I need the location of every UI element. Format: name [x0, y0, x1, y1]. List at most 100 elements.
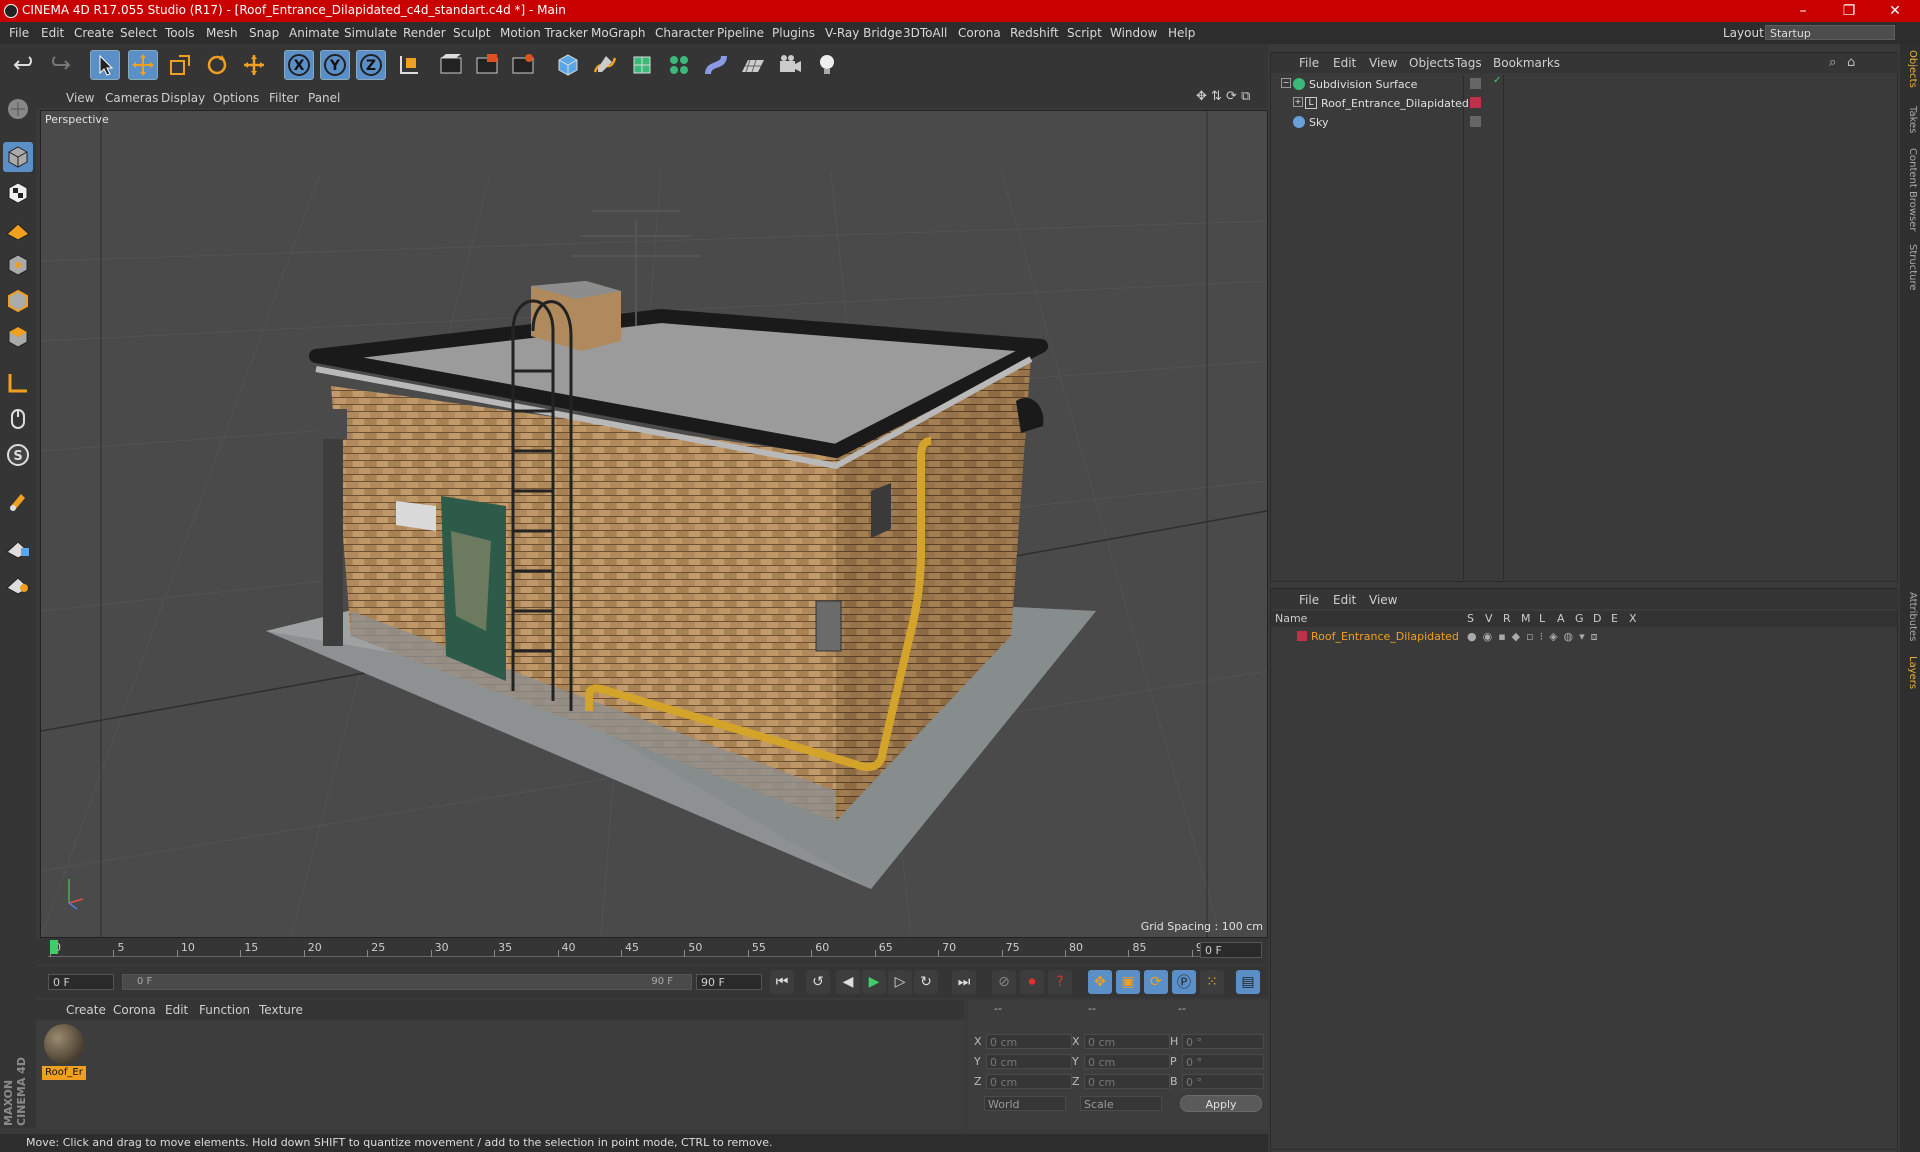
keyframe-selection-icon[interactable]: ?: [1048, 970, 1072, 994]
menu-character[interactable]: Character: [655, 26, 714, 40]
coord-system-dropdown[interactable]: World: [984, 1096, 1066, 1111]
layer-color-swatch[interactable]: [1297, 631, 1307, 641]
points-mode-icon[interactable]: [3, 250, 33, 280]
material-menu-function[interactable]: Function: [199, 1003, 250, 1017]
object-row-subdivision-surface[interactable]: − Subdivision Surface ✓: [1271, 75, 1897, 94]
tab-structure[interactable]: Structure: [1902, 244, 1918, 291]
move-icon[interactable]: [128, 50, 158, 80]
go-to-end-icon[interactable]: ⏭: [952, 970, 976, 994]
end-frame-field[interactable]: 90 F: [696, 974, 762, 990]
world-coord-icon[interactable]: [394, 50, 424, 80]
obj-menu-edit[interactable]: Edit: [1333, 56, 1356, 70]
rot-b-field[interactable]: 0 °: [1182, 1074, 1264, 1089]
key-rotation-icon[interactable]: ⟳: [1144, 970, 1168, 994]
menu-pipeline[interactable]: Pipeline: [717, 26, 764, 40]
material-menu-texture[interactable]: Texture: [259, 1003, 303, 1017]
viewport-nav-icons[interactable]: ✥ ⇅ ⟳ ⧉: [1196, 89, 1250, 104]
playhead[interactable]: [50, 940, 58, 954]
start-frame-field[interactable]: 0 F: [48, 974, 114, 990]
key-scale-icon[interactable]: ▣: [1116, 970, 1140, 994]
render-settings-icon[interactable]: [508, 50, 538, 80]
rotate-icon[interactable]: [202, 50, 232, 80]
undo-icon[interactable]: [10, 50, 40, 80]
step-back-key-icon[interactable]: ↺: [806, 970, 830, 994]
key-parameter-icon[interactable]: Ⓟ: [1172, 970, 1196, 994]
polygons-mode-icon[interactable]: [3, 322, 33, 352]
layer-toggle-icons[interactable]: ●◉▪◆▫⁝◈◍▾⧈: [1467, 630, 1604, 644]
layer-name[interactable]: Roof_Entrance_Dilapidated: [1311, 630, 1459, 643]
menu-script[interactable]: Script: [1067, 26, 1102, 40]
scale-icon[interactable]: [165, 50, 195, 80]
spline-pen-icon[interactable]: [590, 50, 620, 80]
timeline-window-icon[interactable]: ▤: [1236, 970, 1260, 994]
render-view-icon[interactable]: [436, 50, 466, 80]
menu-render[interactable]: Render: [403, 26, 446, 40]
minimize-button[interactable]: –: [1780, 0, 1826, 22]
viewport-menu-display[interactable]: Display: [161, 91, 205, 105]
viewport-menu-panel[interactable]: Panel: [308, 91, 340, 105]
size-y-field[interactable]: 0 cm: [1084, 1054, 1170, 1069]
record-keys-icon[interactable]: ⊘: [992, 970, 1016, 994]
material-swatch[interactable]: Roof_Er: [42, 1024, 86, 1086]
layer-row[interactable]: Roof_Entrance_Dilapidated ●◉▪◆▫⁝◈◍▾⧈: [1271, 629, 1897, 645]
layer-menu-edit[interactable]: Edit: [1333, 593, 1356, 607]
deformer-icon[interactable]: [701, 50, 731, 80]
key-position-icon[interactable]: ✥: [1088, 970, 1112, 994]
close-button[interactable]: ✕: [1872, 0, 1918, 22]
obj-menu-file[interactable]: File: [1299, 56, 1319, 70]
render-picture-queue-icon[interactable]: [472, 50, 502, 80]
object-row-roof-entrance[interactable]: + L Roof_Entrance_Dilapidated: [1271, 94, 1897, 113]
y-axis-icon[interactable]: Y: [320, 50, 350, 80]
live-select-icon[interactable]: [239, 50, 269, 80]
viewport-menu-cameras[interactable]: Cameras: [105, 91, 158, 105]
go-to-start-icon[interactable]: ⏮: [770, 970, 794, 994]
menu-3dtoall[interactable]: 3DToAll: [903, 26, 947, 40]
axis-mode-icon[interactable]: [3, 368, 33, 398]
menu-mograph[interactable]: MoGraph: [591, 26, 646, 40]
key-pla-icon[interactable]: ⁙: [1200, 970, 1224, 994]
grid-rotate-icon[interactable]: [3, 568, 33, 598]
menu-mesh[interactable]: Mesh: [206, 26, 238, 40]
layer-menu-view[interactable]: View: [1369, 593, 1397, 607]
workplane-icon[interactable]: [3, 214, 33, 244]
menu-edit[interactable]: Edit: [41, 26, 64, 40]
pos-x-field[interactable]: 0 cm: [986, 1034, 1072, 1049]
select-arrow-icon[interactable]: [90, 50, 120, 80]
camera-icon[interactable]: [775, 50, 805, 80]
snap-mode-icon[interactable]: S: [3, 440, 33, 470]
apply-button[interactable]: Apply: [1180, 1095, 1262, 1112]
x-axis-icon[interactable]: X: [284, 50, 314, 80]
tab-content-browser[interactable]: Content Browser: [1902, 148, 1918, 231]
layer-menu-file[interactable]: File: [1299, 593, 1319, 607]
enabled-check-icon[interactable]: ✓: [1493, 75, 1501, 86]
model-mode-icon[interactable]: [3, 142, 33, 172]
step-forward-key-icon[interactable]: ↻: [914, 970, 938, 994]
menu-help[interactable]: Help: [1168, 26, 1195, 40]
rot-h-field[interactable]: 0 °: [1182, 1034, 1264, 1049]
current-frame-field[interactable]: 0 F: [1200, 942, 1262, 958]
menu-corona[interactable]: Corona: [958, 26, 1001, 40]
restore-button[interactable]: ❐: [1826, 0, 1872, 22]
make-editable-icon[interactable]: [3, 94, 33, 124]
material-menu-edit[interactable]: Edit: [165, 1003, 188, 1017]
viewport-menu-options[interactable]: Options: [213, 91, 259, 105]
step-back-icon[interactable]: ◀: [836, 970, 860, 994]
texture-mode-icon[interactable]: [3, 178, 33, 208]
obj-menu-view[interactable]: View: [1369, 56, 1397, 70]
obj-search-icon[interactable]: ⌕: [1829, 55, 1836, 70]
menu-snap[interactable]: Snap: [249, 26, 279, 40]
object-row-sky[interactable]: Sky: [1271, 113, 1897, 132]
step-forward-icon[interactable]: ▷: [888, 970, 912, 994]
tab-takes[interactable]: Takes: [1902, 106, 1918, 133]
play-icon[interactable]: ▶: [862, 970, 886, 994]
material-menu-corona[interactable]: Corona: [113, 1003, 156, 1017]
cloner-icon[interactable]: [664, 50, 694, 80]
material-menu-create[interactable]: Create: [66, 1003, 106, 1017]
menu-plugins[interactable]: Plugins: [772, 26, 815, 40]
pos-z-field[interactable]: 0 cm: [986, 1074, 1072, 1089]
menu-simulate[interactable]: Simulate: [344, 26, 397, 40]
viewport-menu-filter[interactable]: Filter: [269, 91, 299, 105]
menu-create[interactable]: Create: [74, 26, 114, 40]
size-z-field[interactable]: 0 cm: [1084, 1074, 1170, 1089]
menu-file[interactable]: File: [9, 26, 29, 40]
